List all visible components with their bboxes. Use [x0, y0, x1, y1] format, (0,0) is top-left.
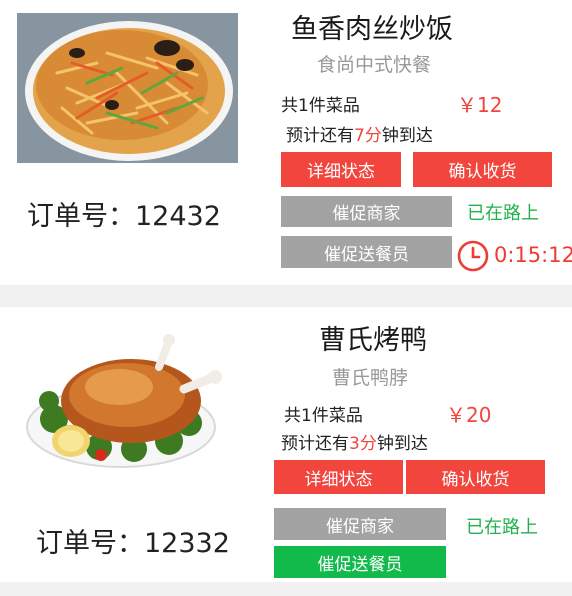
order-card: 曹氏烤鸭 曹氏鸭脖 共1件菜品 ￥20 预计还有3分钟到达 详细状态 确认收货 …: [0, 307, 572, 582]
eta-prefix: 预计还有: [286, 126, 354, 146]
item-count: 共1件菜品: [284, 406, 363, 426]
price: ￥12: [457, 93, 503, 117]
urge-rider-button[interactable]: 催促送餐员: [281, 236, 452, 268]
detail-status-button[interactable]: 详细状态: [274, 460, 403, 494]
dish-photo: [9, 319, 237, 481]
confirm-receipt-button[interactable]: 确认收货: [413, 152, 552, 187]
urge-shop-button[interactable]: 催促商家: [274, 508, 446, 540]
clock-icon: [457, 240, 489, 276]
eta-prefix: 预计还有: [281, 434, 349, 454]
urge-shop-button[interactable]: 催促商家: [281, 196, 452, 227]
eta-text: 预计还有3分钟到达: [281, 429, 428, 454]
order-card: 鱼香肉丝炒饭 食尚中式快餐 共1件菜品 ￥12 预计还有7分钟到达 详细状态 确…: [0, 0, 572, 285]
shop-name: 食尚中式快餐: [317, 54, 432, 76]
detail-status-button[interactable]: 详细状态: [281, 152, 401, 187]
urge-rider-button[interactable]: 催促送餐员: [274, 546, 446, 578]
eta-minutes: 3分: [349, 434, 377, 454]
eta-minutes: 7分: [354, 126, 382, 146]
countdown-timer: 0:15:12: [494, 243, 572, 267]
dish-name: 曹氏烤鸭: [319, 325, 427, 356]
eta-suffix: 钟到达: [376, 434, 428, 454]
delivery-status: 已在路上: [467, 203, 539, 224]
confirm-receipt-button[interactable]: 确认收货: [406, 460, 545, 494]
dish-name: 鱼香肉丝炒饭: [291, 14, 453, 45]
price: ￥20: [446, 403, 492, 427]
order-number: 订单号：12432: [27, 201, 221, 232]
delivery-status: 已在路上: [466, 517, 538, 538]
order-number: 订单号：12332: [36, 528, 230, 559]
eta-suffix: 钟到达: [381, 126, 433, 146]
eta-text: 预计还有7分钟到达: [286, 121, 433, 146]
item-count: 共1件菜品: [281, 96, 360, 116]
shop-name: 曹氏鸭脖: [332, 367, 409, 389]
dish-photo: [17, 13, 238, 163]
